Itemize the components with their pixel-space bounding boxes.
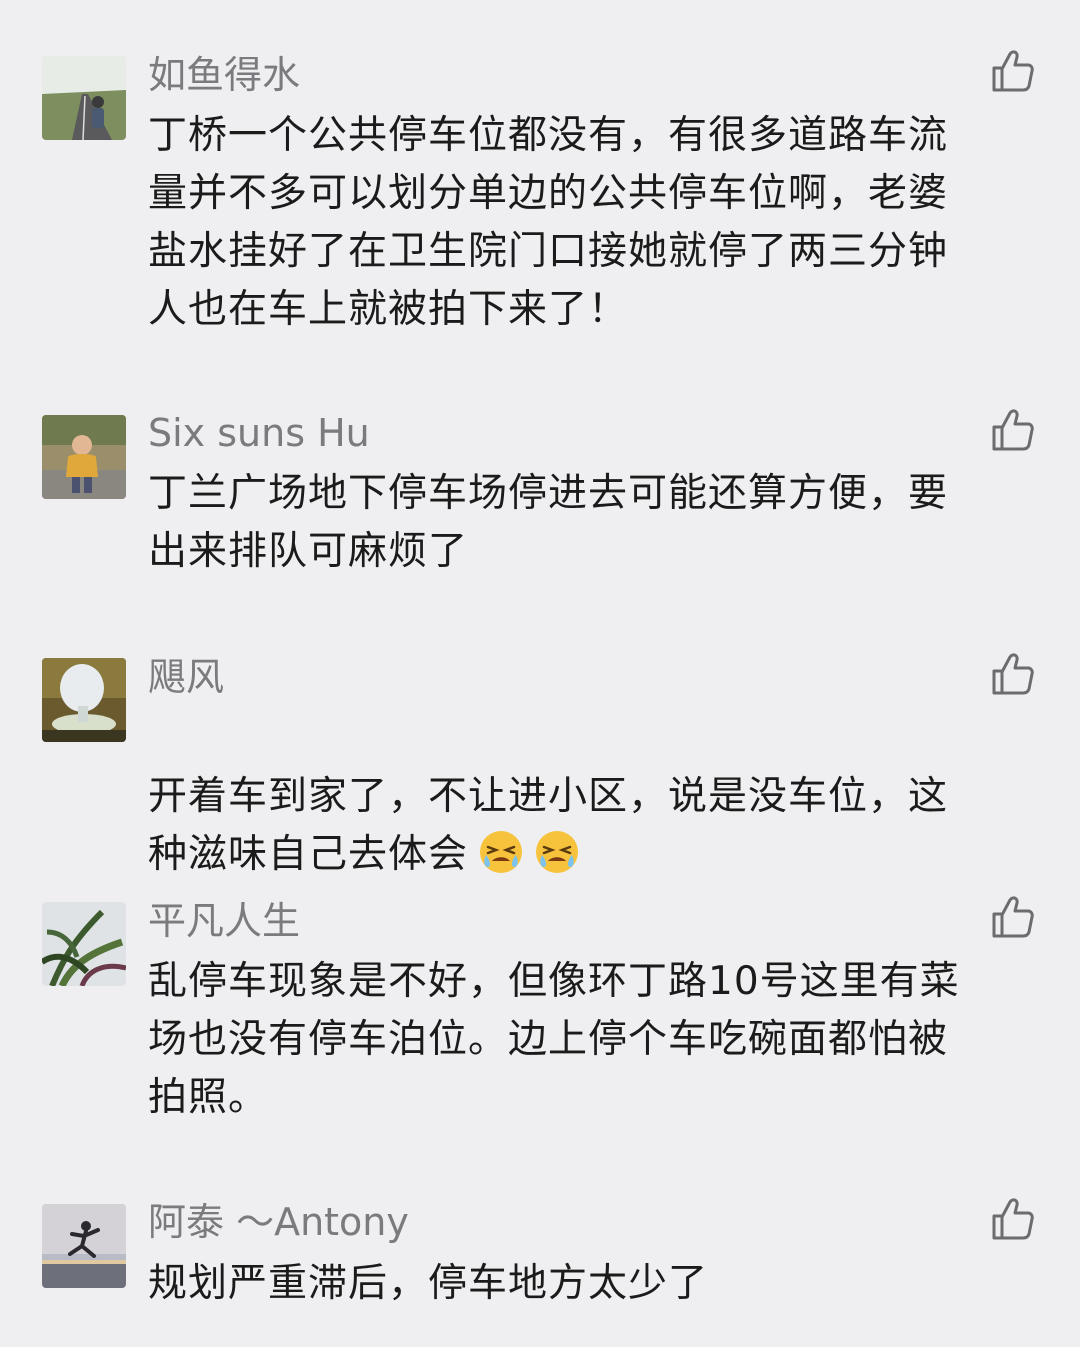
road-photo-avatar <box>42 56 126 140</box>
nickname[interactable]: Six suns Hu <box>148 408 370 458</box>
child-photo-avatar <box>42 415 126 499</box>
thumbs-up-icon[interactable] <box>990 1196 1036 1242</box>
avatar[interactable] <box>42 658 126 742</box>
comment-text: 丁兰广场地下停车场停进去可能还算方便，要 出来排队可麻烦了 <box>148 471 949 574</box>
comment-text: 开着车到家了，不让进小区，说是没车位，这 种滋味自己去体会 <box>148 710 1038 884</box>
thumbs-up-icon[interactable] <box>990 407 1036 453</box>
nickname[interactable]: 飓风 <box>148 652 224 702</box>
thumbs-up-icon[interactable] <box>990 48 1036 94</box>
comment-text: 规划严重滞后，停车地方太少了 <box>148 1261 709 1306</box>
nickname[interactable]: 平凡人生 <box>148 896 300 946</box>
sculpture-photo-avatar <box>42 658 126 742</box>
nickname[interactable]: 阿泰 ～Antony <box>148 1197 409 1247</box>
avatar[interactable] <box>42 415 126 499</box>
thumbs-up-icon[interactable] <box>990 651 1036 697</box>
crying-face-emoji <box>478 829 524 875</box>
avatar[interactable] <box>42 1204 126 1288</box>
avatar[interactable] <box>42 902 126 986</box>
thumbs-up-icon[interactable] <box>990 894 1036 940</box>
comment-text: 乱停车现象是不好，但像环丁路10号这里有菜 场也没有停车泊位。边上停个车吃碗面都… <box>148 959 960 1120</box>
crying-face-emoji <box>534 829 580 875</box>
plant-photo-avatar <box>42 902 126 986</box>
silhouette-photo-avatar <box>42 1204 126 1288</box>
nickname[interactable]: 如鱼得水 <box>148 50 300 100</box>
comment-text: 丁桥一个公共停车位都没有，有很多道路车流 量并不多可以划分单边的公共停车位啊，老… <box>148 113 949 332</box>
avatar[interactable] <box>42 56 126 140</box>
